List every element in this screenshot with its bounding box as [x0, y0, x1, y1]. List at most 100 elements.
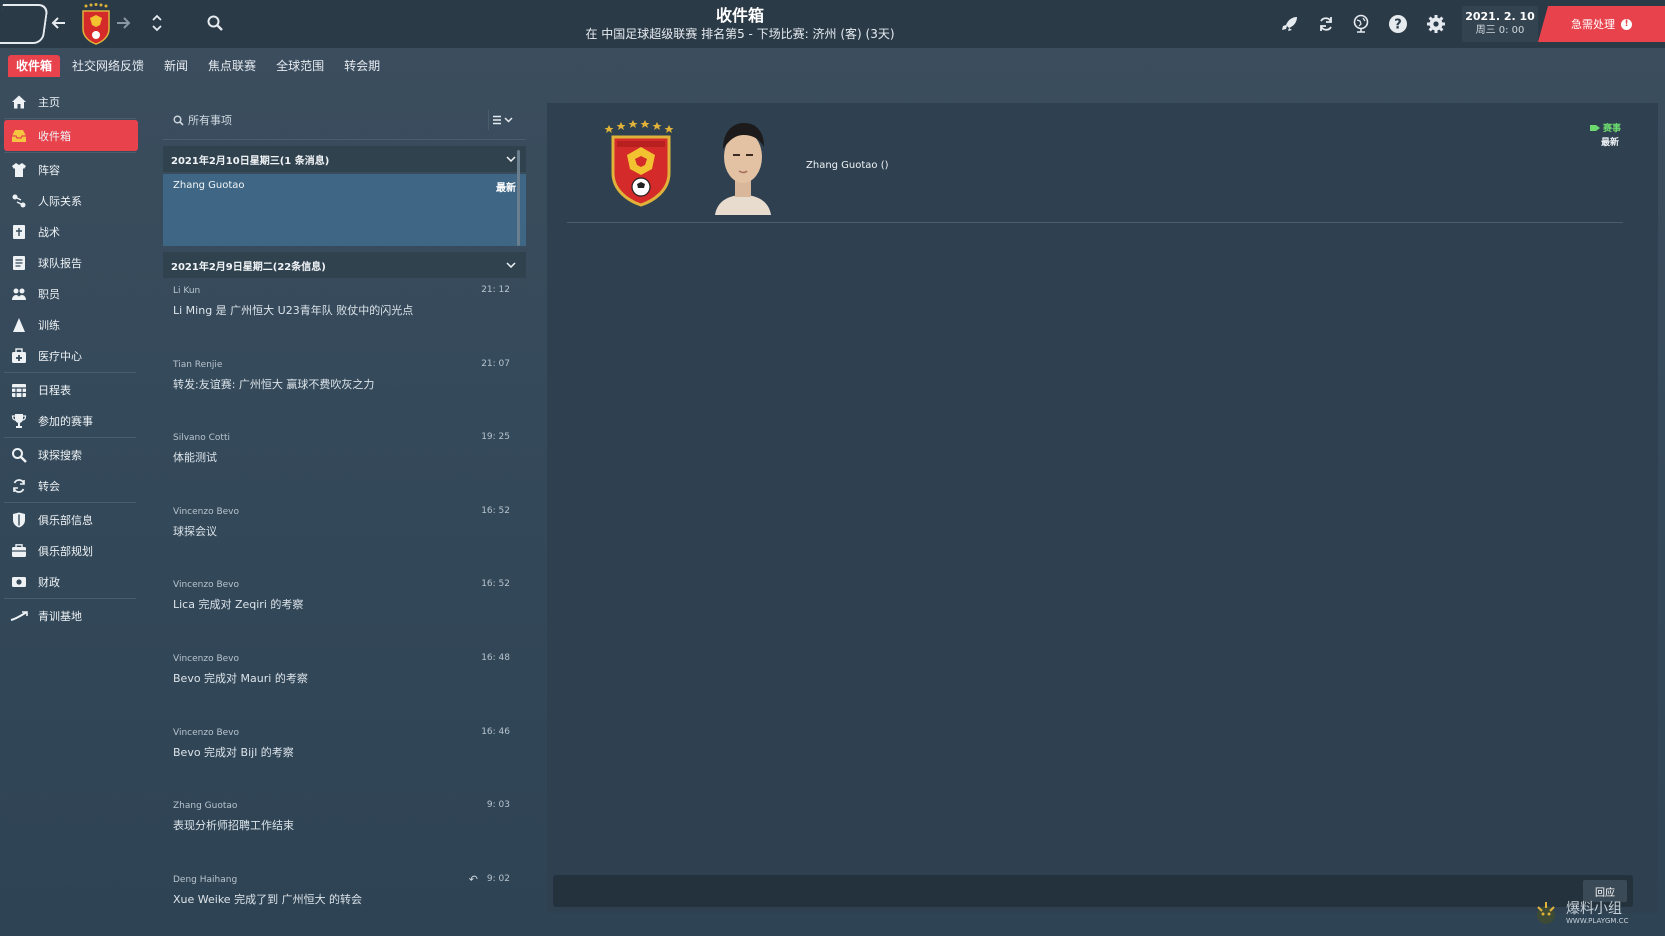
sidebar-divider — [4, 437, 136, 438]
match-tag[interactable]: 赛事 — [1589, 121, 1621, 134]
message-list: 所有事项 2021年2月10日星期三(1 条消息) Zhang Guotao 最… — [163, 100, 526, 936]
training-icon — [10, 316, 28, 334]
reply-bar: 回应 — [553, 875, 1633, 907]
sidebar-item-label: 职员 — [38, 287, 60, 301]
sidebar-divider — [4, 598, 136, 599]
sidebar-item-competitions[interactable]: 参加的赛事 — [0, 405, 140, 436]
sidebar-item-scouting[interactable]: 球探搜索 — [0, 439, 140, 470]
sidebar-item-tactics[interactable]: 战术 — [0, 216, 140, 247]
help-icon[interactable]: ? — [1383, 9, 1413, 39]
sidebar-item-label: 参加的赛事 — [38, 414, 93, 428]
message-time: 16: 52 — [481, 505, 510, 516]
urgent-action-button[interactable]: 急需处理 ! — [1538, 6, 1665, 42]
watermark-text: 爆料小组 — [1566, 901, 1622, 917]
list-item[interactable]: Vincenzo Bevo 16: 48 Bevo 完成对 Mauri 的考察 — [163, 646, 526, 720]
sidebar-divider — [4, 152, 136, 153]
new-label: 最新 — [1600, 138, 1619, 148]
sidebar-item-squad[interactable]: 阵容 — [0, 154, 140, 185]
sidebar-item-club-vision[interactable]: 俱乐部规划 — [0, 535, 140, 566]
list-item[interactable]: Deng Haihang ↶ 9: 02 Xue Weike 完成了到 广州恒大… — [163, 867, 526, 936]
home-icon — [10, 93, 28, 111]
message-time: 16: 46 — [481, 726, 510, 737]
sidebar-item-label: 日程表 — [38, 383, 71, 397]
sidebar-item-schedule[interactable]: 日程表 — [0, 374, 140, 405]
tab-focus-leagues[interactable]: 焦点联赛 — [200, 55, 264, 77]
list-item[interactable]: Tian Renjie 21: 07 转发:友谊赛: 广州恒大 赢球不费吹灰之力 — [163, 352, 526, 426]
sidebar-item-label: 球队报告 — [38, 256, 82, 270]
transfer-icon — [10, 477, 28, 495]
tab-worldwide[interactable]: 全球范围 — [268, 55, 332, 77]
sidebar-item-finances[interactable]: 财政 — [0, 566, 140, 597]
sidebar-item-label: 转会 — [38, 479, 60, 493]
sidebar-divider — [4, 502, 136, 503]
tab-social-feedback[interactable]: 社交网络反馈 — [64, 55, 152, 77]
watermark-logo-icon — [1537, 902, 1555, 924]
sidebar: 主页 收件箱 阵容 人际关系 战术 球队报告 职员 训练 医疗中心 日程表 参加… — [0, 86, 140, 631]
sidebar-item-label: 医疗中心 — [38, 349, 82, 363]
search-icon — [173, 115, 184, 126]
replied-arrow-icon: ↶ — [468, 872, 478, 886]
message-time: 19: 25 — [481, 432, 510, 443]
search-icon[interactable] — [200, 8, 230, 38]
message-sender: Deng Haihang — [173, 874, 238, 885]
list-options-menu-button[interactable] — [488, 110, 514, 130]
current-date: 2021. 2. 10 — [1465, 10, 1535, 23]
refresh-icon[interactable] — [1311, 9, 1341, 39]
forward-arrow-icon[interactable] — [108, 8, 138, 38]
message-time: 16: 48 — [481, 652, 510, 663]
list-item[interactable]: Vincenzo Bevo 16: 46 Bevo 完成对 Bijl 的考察 — [163, 720, 526, 794]
filter-search-field[interactable]: 所有事项 — [173, 112, 232, 128]
sidebar-item-home[interactable]: 主页 — [0, 86, 140, 117]
list-item[interactable]: Silvano Cotti 19: 25 体能测试 — [163, 425, 526, 499]
message-group-header[interactable]: 2021年2月9日星期二(22条信息) — [163, 252, 526, 278]
message-subject: Li Ming 是 广州恒大 U23青年队 败仗中的闪光点 — [173, 304, 414, 317]
sidebar-divider — [4, 118, 136, 119]
back-arrow-icon[interactable] — [44, 8, 74, 38]
rocket-icon[interactable] — [1275, 9, 1305, 39]
top-bar: 收件箱 在 中国足球超级联赛 排名第5 - 下场比赛: 济州 (客) (3天) … — [0, 0, 1665, 48]
tab-inbox[interactable]: 收件箱 — [8, 55, 61, 77]
message-sender: Vincenzo Bevo — [173, 727, 239, 738]
game-date-button[interactable]: 2021. 2. 10 周三 0: 00 — [1462, 6, 1538, 42]
sidebar-item-inbox[interactable]: 收件箱 — [4, 120, 138, 151]
list-item[interactable]: Vincenzo Bevo 16: 52 球探会议 — [163, 499, 526, 573]
sender-name[interactable]: Zhang Guotao () — [806, 160, 889, 171]
sidebar-item-staff[interactable]: 职员 — [0, 278, 140, 309]
message-subject: Bevo 完成对 Mauri 的考察 — [173, 671, 308, 685]
sidebar-item-youth-academy[interactable]: 青训基地 — [0, 600, 140, 631]
sidebar-divider — [4, 372, 136, 373]
message-subject: Lica 完成对 Zeqiri 的考察 — [173, 598, 304, 612]
list-item[interactable]: Vincenzo Bevo 16: 52 Lica 完成对 Zeqiri 的考察 — [163, 572, 526, 646]
calendar-icon — [10, 381, 28, 399]
sidebar-item-transfers[interactable]: 转会 — [0, 470, 140, 501]
trophy-icon — [10, 412, 28, 430]
world-icon[interactable] — [1346, 9, 1376, 39]
sidebar-item-label: 收件箱 — [38, 129, 71, 143]
inbox-icon — [10, 127, 28, 145]
sidebar-item-relationships[interactable]: 人际关系 — [0, 185, 140, 216]
message-subject: Bevo 完成对 Bijl 的考察 — [173, 745, 294, 759]
sidebar-item-team-report[interactable]: 球队报告 — [0, 247, 140, 278]
message-time: 9: 02 — [486, 873, 510, 884]
settings-gear-icon[interactable] — [1421, 9, 1451, 39]
sidebar-item-medical[interactable]: 医疗中心 — [0, 340, 140, 371]
tab-transfer-window[interactable]: 转会期 — [336, 55, 388, 77]
menu-button[interactable] — [0, 4, 49, 44]
sidebar-item-club-info[interactable]: 俱乐部信息 — [0, 504, 140, 535]
list-item-selected[interactable]: Zhang Guotao 最新 — [163, 174, 526, 246]
tab-news[interactable]: 新闻 — [156, 55, 196, 77]
club-crest-icon[interactable] — [603, 117, 679, 217]
tag-icon — [1589, 124, 1600, 131]
sidebar-item-label: 财政 — [38, 575, 60, 589]
message-list-scrollbar[interactable] — [517, 150, 520, 246]
list-item[interactable]: Li Kun 21: 12 Li Ming 是 广州恒大 U23青年队 败仗中的… — [163, 278, 526, 352]
list-item[interactable]: Zhang Guotao 9: 03 表现分析师招聘工作结束 — [163, 793, 526, 867]
up-down-chevron-icon[interactable] — [142, 8, 172, 38]
sidebar-item-training[interactable]: 训练 — [0, 309, 140, 340]
report-icon — [10, 254, 28, 272]
shield-icon — [10, 511, 28, 529]
sidebar-item-label: 阵容 — [38, 163, 60, 177]
message-group-header[interactable]: 2021年2月10日星期三(1 条消息) — [163, 146, 526, 172]
message-sender: Vincenzo Bevo — [173, 653, 239, 664]
message-time: 21: 07 — [481, 358, 510, 369]
